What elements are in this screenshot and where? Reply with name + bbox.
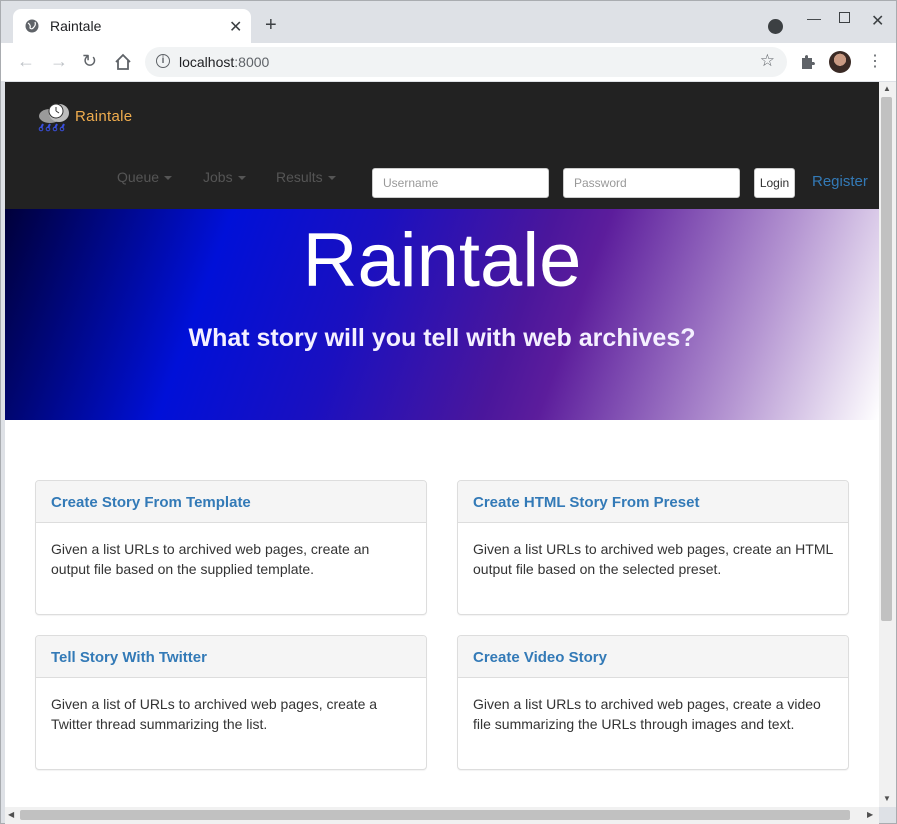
back-icon[interactable]: ← <box>17 51 35 72</box>
forward-icon[interactable]: → <box>50 51 68 72</box>
puzzle-icon[interactable] <box>799 53 816 70</box>
scroll-up-icon[interactable]: ▲ <box>883 84 891 93</box>
tab-title: Raintale <box>50 18 102 34</box>
reload-icon[interactable]: ↻ <box>82 51 97 72</box>
page-viewport: Raintale Queue Jobs Results Login Regist… <box>5 82 879 807</box>
home-icon[interactable] <box>114 53 132 71</box>
horizontal-scroll-thumb[interactable] <box>20 810 850 820</box>
nav-jobs[interactable]: Jobs <box>203 169 246 185</box>
card-body: Given a list URLs to archived web pages,… <box>51 541 370 577</box>
raincloud-logo-icon[interactable] <box>37 102 73 134</box>
browser-tab[interactable]: Raintale ✕ <box>13 9 251 43</box>
card-twitter-story: Tell Story With Twitter Given a list of … <box>35 635 427 770</box>
nav-results[interactable]: Results <box>276 169 336 185</box>
browser-toolbar: ← → ↻ i localhost:8000 ☆ <box>1 43 896 81</box>
minimize-icon[interactable]: — <box>807 10 821 26</box>
vertical-scroll-thumb[interactable] <box>881 97 892 621</box>
url-port: :8000 <box>234 54 270 70</box>
card-title[interactable]: Create HTML Story From Preset <box>458 481 848 523</box>
address-bar[interactable]: i localhost:8000 ☆ <box>145 47 787 77</box>
nav-queue-label: Queue <box>117 169 160 185</box>
nav-jobs-label: Jobs <box>203 169 233 185</box>
caret-down-icon <box>237 176 246 181</box>
star-icon[interactable]: ☆ <box>760 51 775 71</box>
maximize-icon[interactable] <box>839 12 850 23</box>
card-video-story: Create Video Story Given a list URLs to … <box>457 635 849 770</box>
browser-window: Raintale ✕ + — ✕ ← → ↻ i localhost:8000 … <box>0 0 897 824</box>
card-template-story: Create Story From Template Given a list … <box>35 480 427 615</box>
login-button[interactable]: Login <box>754 168 795 198</box>
scroll-down-icon[interactable]: ▼ <box>883 794 891 803</box>
tab-strip: Raintale ✕ + — ✕ <box>1 1 896 43</box>
card-body: Given a list URLs to archived web pages,… <box>473 696 821 732</box>
username-input[interactable] <box>372 168 549 198</box>
card-body: Given a list URLs to archived web pages,… <box>473 541 833 577</box>
info-icon[interactable]: i <box>156 54 170 68</box>
scroll-right-icon[interactable]: ▶ <box>867 810 873 819</box>
profile-avatar[interactable] <box>829 51 851 73</box>
new-tab-button[interactable]: + <box>265 15 277 35</box>
password-input[interactable] <box>563 168 740 198</box>
globe-icon <box>25 19 39 33</box>
card-title[interactable]: Create Video Story <box>458 636 848 678</box>
site-navbar: Raintale Queue Jobs Results Login Regist… <box>5 82 879 209</box>
scroll-left-icon[interactable]: ◀ <box>8 810 14 819</box>
card-title[interactable]: Create Story From Template <box>36 481 426 523</box>
card-title[interactable]: Tell Story With Twitter <box>36 636 426 678</box>
nav-results-label: Results <box>276 169 323 185</box>
horizontal-scrollbar[interactable]: ◀ ▶ <box>5 807 879 824</box>
nav-queue[interactable]: Queue <box>117 169 173 185</box>
window-close-icon[interactable]: ✕ <box>871 11 884 31</box>
tab-close-icon[interactable]: ✕ <box>229 17 242 37</box>
caret-down-icon <box>327 176 336 181</box>
url-host: localhost <box>179 54 235 70</box>
brand-name[interactable]: Raintale <box>75 108 132 125</box>
card-html-preset-story: Create HTML Story From Preset Given a li… <box>457 480 849 615</box>
caret-down-icon <box>164 176 173 181</box>
vertical-scrollbar[interactable]: ▲ ▼ <box>879 82 896 807</box>
hero-subtitle: What story will you tell with web archiv… <box>188 324 696 352</box>
kebab-menu-icon[interactable]: ⋮ <box>867 51 883 71</box>
hero-title: Raintale <box>302 218 582 303</box>
url-text[interactable]: localhost:8000 <box>179 54 269 70</box>
register-link[interactable]: Register <box>812 173 868 190</box>
hero-banner: Raintale What story will you tell with w… <box>5 209 879 420</box>
card-body: Given a list of URLs to archived web pag… <box>51 696 378 732</box>
tab-search-icon[interactable] <box>768 19 783 34</box>
